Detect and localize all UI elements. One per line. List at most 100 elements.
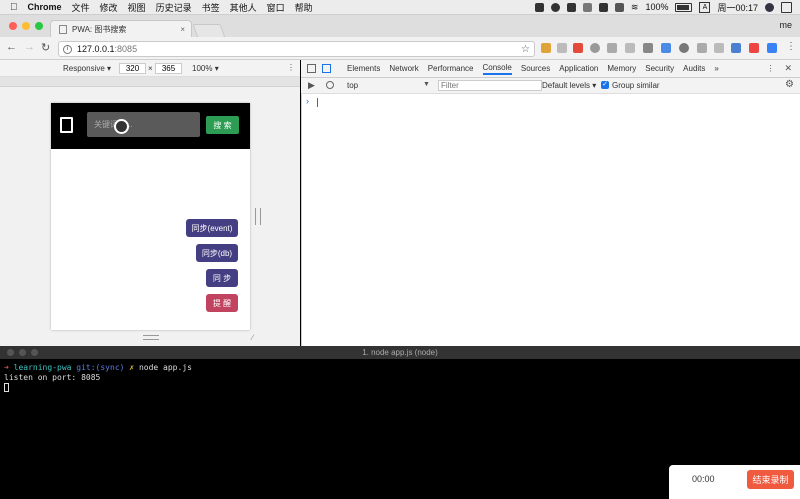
tray-cloud-icon[interactable] xyxy=(614,2,624,12)
console-settings-gear-icon[interactable]: ⚙ xyxy=(785,79,794,90)
menu-people[interactable]: 其他人 xyxy=(230,1,257,14)
battery-icon[interactable] xyxy=(675,2,693,12)
info-icon[interactable]: i xyxy=(63,44,72,54)
log-levels-select[interactable]: Default levels ▾ xyxy=(542,81,596,90)
profile-name[interactable]: me xyxy=(779,20,792,30)
console-input[interactable] xyxy=(317,98,318,107)
menu-view[interactable]: 视图 xyxy=(128,1,146,14)
extension-icon-7[interactable] xyxy=(643,43,653,53)
stop-recording-button[interactable]: 结束录制 xyxy=(747,470,794,489)
recording-timer: 00:00 xyxy=(692,474,715,484)
tray-shield-icon[interactable] xyxy=(582,2,592,12)
terminal-titlebar: 1. node app.js (node) xyxy=(0,346,800,359)
siri-icon[interactable] xyxy=(765,2,774,12)
extension-icon-8[interactable] xyxy=(661,43,671,53)
resize-handle-right[interactable] xyxy=(255,208,261,225)
context-dropdown-icon[interactable]: ▼ xyxy=(423,81,430,88)
tray-evernote-icon[interactable] xyxy=(566,2,576,12)
extension-icon-6[interactable] xyxy=(625,43,635,53)
more-tabs-icon[interactable]: » xyxy=(714,64,718,73)
terminal-title: 1. node app.js (node) xyxy=(362,348,438,357)
menu-window[interactable]: 窗口 xyxy=(267,1,285,14)
browser-tab[interactable]: PWA: 图书搜索 × xyxy=(50,20,192,38)
inspect-element-icon[interactable] xyxy=(307,64,316,73)
console-sidebar-icon[interactable]: ▶ xyxy=(308,80,315,91)
menu-edit[interactable]: 修改 xyxy=(100,1,118,14)
zoom-window-icon[interactable] xyxy=(35,22,43,30)
zoom-select[interactable]: 100% ▾ xyxy=(192,64,219,73)
resize-corner-icon[interactable]: ∕ xyxy=(252,333,253,342)
sync-db-button[interactable]: 同步(db) xyxy=(196,244,238,262)
context-select[interactable]: top xyxy=(347,81,358,90)
device-mode-select[interactable]: Responsive ▾ xyxy=(63,64,111,73)
tray-hat-icon[interactable] xyxy=(598,2,608,12)
devtools-tabbar: Elements Network Performance Console Sou… xyxy=(301,60,800,78)
device-more-icon[interactable]: ⋮ xyxy=(287,63,295,72)
extension-icon-5[interactable] xyxy=(607,43,617,53)
device-toggle-icon[interactable] xyxy=(322,64,331,73)
tab-memory[interactable]: Memory xyxy=(607,64,636,73)
extension-icon-3[interactable] xyxy=(573,43,583,53)
tab-sources[interactable]: Sources xyxy=(521,64,550,73)
tray-app-icon[interactable] xyxy=(534,2,544,12)
resize-handle-bottom[interactable] xyxy=(143,335,159,340)
apple-icon[interactable]:  xyxy=(10,2,18,13)
minimize-window-icon[interactable] xyxy=(22,22,30,30)
extension-icon-11[interactable] xyxy=(714,43,724,53)
close-window-icon[interactable] xyxy=(9,22,17,30)
sync-event-button[interactable]: 同步(event) xyxy=(186,219,238,237)
menu-history[interactable]: 历史记录 xyxy=(156,1,192,14)
address-bar[interactable]: i 127.0.0.1:8085 ☆ xyxy=(58,41,535,57)
terminal-minimize-icon[interactable] xyxy=(19,349,26,356)
tab-performance[interactable]: Performance xyxy=(428,64,474,73)
media-query-ruler[interactable] xyxy=(0,77,300,87)
extension-icon-10[interactable] xyxy=(697,43,707,53)
menu-file[interactable]: 文件 xyxy=(72,1,90,14)
tab-elements[interactable]: Elements xyxy=(347,64,380,73)
extension-icon-2[interactable] xyxy=(557,43,567,53)
clear-console-icon[interactable] xyxy=(326,81,334,89)
extension-icon-1[interactable] xyxy=(541,43,551,53)
tab-application[interactable]: Application xyxy=(559,64,598,73)
terminal-zoom-icon[interactable] xyxy=(31,349,38,356)
search-button[interactable]: 搜 索 xyxy=(206,116,239,134)
chrome-menu-icon[interactable]: ⋮ xyxy=(786,41,796,52)
terminal-close-icon[interactable] xyxy=(7,349,14,356)
back-icon[interactable]: ← xyxy=(6,41,17,53)
tab-console[interactable]: Console xyxy=(482,63,512,75)
extension-icon-4[interactable] xyxy=(590,43,600,53)
remind-button[interactable]: 提 醒 xyxy=(206,294,238,312)
bookmark-star-icon[interactable]: ☆ xyxy=(521,44,530,55)
terminal-cursor xyxy=(4,383,9,392)
extension-icon-12[interactable] xyxy=(731,43,741,53)
forward-icon[interactable]: → xyxy=(24,41,35,53)
tab-security[interactable]: Security xyxy=(645,64,674,73)
tab-audits[interactable]: Audits xyxy=(683,64,705,73)
menu-app-chrome[interactable]: Chrome xyxy=(28,2,62,12)
device-width-input[interactable] xyxy=(119,63,146,74)
notification-center-icon[interactable] xyxy=(781,1,792,13)
console-filter-input[interactable] xyxy=(438,80,542,91)
extension-icon-13[interactable] xyxy=(749,43,759,53)
close-tab-icon[interactable]: × xyxy=(180,25,185,34)
menu-help[interactable]: 帮助 xyxy=(295,1,313,14)
menu-bookmarks[interactable]: 书签 xyxy=(202,1,220,14)
prompt-dir: learning-pwa xyxy=(13,363,72,372)
close-devtools-icon[interactable]: ✕ xyxy=(784,63,792,74)
touch-cursor-icon xyxy=(114,119,129,134)
search-input[interactable]: 关键词搜... xyxy=(87,112,200,137)
devtools-menu-icon[interactable]: ⋮ xyxy=(766,64,774,73)
tab-network[interactable]: Network xyxy=(389,64,418,73)
wifi-icon[interactable]: ≋ xyxy=(631,2,639,13)
group-similar-label: Group similar xyxy=(612,81,660,90)
new-tab-button[interactable] xyxy=(192,24,226,38)
extension-icon-14[interactable] xyxy=(767,43,777,53)
group-similar-checkbox[interactable]: ✓ xyxy=(601,81,609,89)
sync-button[interactable]: 同 步 xyxy=(206,269,238,287)
extension-icon-9[interactable] xyxy=(679,43,689,53)
input-method-icon[interactable]: A xyxy=(699,1,711,13)
book-icon xyxy=(60,117,73,133)
reload-icon[interactable]: ↻ xyxy=(41,41,50,54)
tray-record-icon[interactable] xyxy=(550,2,560,12)
device-height-input[interactable] xyxy=(155,63,182,74)
